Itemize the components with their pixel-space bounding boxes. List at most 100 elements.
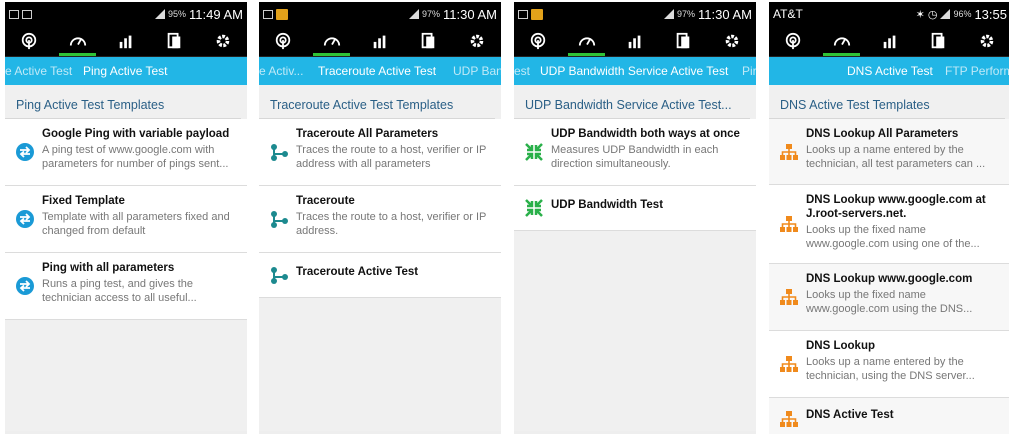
toolbar-tablet-button[interactable] xyxy=(914,26,962,56)
list-item[interactable]: Traceroute All Parameters Traces the rou… xyxy=(259,119,501,186)
toolbar-radar-button[interactable] xyxy=(514,26,562,56)
tab-bar: e Activ... Traceroute Active Test UDP Ba… xyxy=(259,57,501,85)
template-list: Ping Active Test Templates Google Ping w… xyxy=(5,85,247,431)
ping-exchange-icon xyxy=(16,143,34,161)
list-item[interactable]: Traceroute Traces the route to a host, v… xyxy=(259,186,501,253)
template-list: UDP Bandwidth Service Active Test... UDP… xyxy=(514,85,756,431)
list-item[interactable]: DNS Active Test xyxy=(769,398,1009,434)
tab-next[interactable]: UDP Ban xyxy=(453,64,501,78)
battery-percent: 96% xyxy=(953,9,972,19)
toolbar-chart-button[interactable] xyxy=(356,26,404,56)
toolbar-settings-button[interactable] xyxy=(453,26,501,56)
status-bar: AT&T ✶ ◷ 96% 13:55 xyxy=(769,2,1009,26)
alarm-icon: ◷ xyxy=(927,8,938,21)
toolbar-chart-button[interactable] xyxy=(866,26,914,56)
dns-hierarchy-icon xyxy=(780,216,798,232)
warning-notification-icon xyxy=(531,8,543,20)
image-notification-icon xyxy=(9,9,19,19)
gear-icon xyxy=(725,34,739,48)
list-item[interactable]: DNS Lookup Looks up a name entered by th… xyxy=(769,331,1009,398)
signal-icon xyxy=(155,9,166,19)
toolbar-speedometer-button[interactable] xyxy=(307,26,355,56)
dns-hierarchy-icon xyxy=(780,411,798,427)
item-description: Looks up a name entered by the technicia… xyxy=(806,356,975,382)
list-item[interactable]: UDP Bandwidth Test xyxy=(514,186,756,231)
toolbar-tablet-button[interactable] xyxy=(659,26,707,56)
tab-current[interactable]: UDP Bandwidth Service Active Test xyxy=(540,64,728,78)
item-description: Looks up the fixed name www.google.com u… xyxy=(806,289,973,315)
speedometer-icon xyxy=(833,37,850,46)
speedometer-icon xyxy=(323,37,340,46)
battery-percent: 97% xyxy=(422,9,441,19)
tab-next[interactable]: Pir xyxy=(742,64,756,78)
toolbar-settings-button[interactable] xyxy=(963,26,1009,56)
toolbar-radar-button[interactable] xyxy=(769,26,817,56)
item-title: DNS Lookup www.google.com at J.root-serv… xyxy=(806,194,986,220)
toolbar xyxy=(769,26,1009,57)
status-time: 11:49 AM xyxy=(189,6,243,22)
item-title: Traceroute All Parameters xyxy=(296,128,439,140)
list-item[interactable]: DNS Lookup www.google.com Looks up the f… xyxy=(769,264,1009,331)
toolbar-chart-button[interactable] xyxy=(102,26,150,56)
toolbar xyxy=(5,26,247,57)
tablet-icon xyxy=(422,32,435,49)
toolbar xyxy=(259,26,501,57)
gallery-notification-icon xyxy=(22,9,32,19)
bidirectional-arrows-icon xyxy=(525,143,543,161)
tab-previous[interactable]: e Active Test xyxy=(5,64,72,78)
toolbar-tablet-button[interactable] xyxy=(404,26,452,56)
tab-bar: est UDP Bandwidth Service Active Test Pi… xyxy=(514,57,756,85)
section-title: DNS Active Test Templates xyxy=(769,85,1005,119)
list-item[interactable]: Google Ping with variable payload A ping… xyxy=(5,119,247,186)
tab-next[interactable]: FTP Perform xyxy=(945,64,1009,78)
toolbar-radar-button[interactable] xyxy=(5,26,53,56)
bar-chart-icon xyxy=(373,35,386,49)
status-time: 11:30 AM xyxy=(698,6,752,22)
item-description: A ping test of www.google.com with param… xyxy=(42,144,229,170)
item-title: DNS Lookup www.google.com xyxy=(806,273,973,285)
list-item[interactable]: DNS Lookup All Parameters Looks up a nam… xyxy=(769,119,1009,185)
image-notification-icon xyxy=(518,9,528,19)
list-item[interactable]: UDP Bandwidth both ways at once Measures… xyxy=(514,119,756,186)
tab-current[interactable]: Traceroute Active Test xyxy=(318,64,436,78)
toolbar-chart-button[interactable] xyxy=(611,26,659,56)
route-nodes-icon xyxy=(271,144,288,161)
radar-icon xyxy=(22,32,37,50)
toolbar-speedometer-button[interactable] xyxy=(562,26,610,56)
item-title: Traceroute xyxy=(296,195,355,207)
list-item[interactable]: Traceroute Active Test xyxy=(259,253,501,298)
toolbar-speedometer-button[interactable] xyxy=(53,26,101,56)
tab-current[interactable]: Ping Active Test xyxy=(83,64,168,78)
template-list: Traceroute Active Test Templates Tracero… xyxy=(259,85,501,431)
tab-previous[interactable]: e Activ... xyxy=(259,64,303,78)
toolbar xyxy=(514,26,756,57)
toolbar-radar-button[interactable] xyxy=(259,26,307,56)
carrier-name: AT&T xyxy=(773,7,803,21)
toolbar-speedometer-button[interactable] xyxy=(817,26,865,56)
item-description: Template with all parameters fixed and c… xyxy=(42,211,230,237)
signal-icon xyxy=(664,9,675,19)
tab-previous[interactable]: est xyxy=(514,64,530,78)
dns-hierarchy-icon xyxy=(780,356,798,372)
ping-exchange-icon xyxy=(16,210,34,228)
toolbar-settings-button[interactable] xyxy=(708,26,756,56)
item-title: Google Ping with variable payload xyxy=(42,128,230,140)
item-title: UDP Bandwidth both ways at once xyxy=(551,128,740,140)
item-title: Fixed Template xyxy=(42,195,125,207)
tab-current[interactable]: DNS Active Test xyxy=(847,64,933,78)
list-item[interactable]: DNS Lookup www.google.com at J.root-serv… xyxy=(769,185,1009,264)
toolbar-settings-button[interactable] xyxy=(199,26,247,56)
status-time: 11:30 AM xyxy=(443,6,497,22)
phone-screen-ping: 95% 11:49 AM e Active Test Ping Active T… xyxy=(5,2,247,434)
tablet-icon xyxy=(932,32,945,49)
speedometer-icon xyxy=(578,37,595,46)
section-title: Traceroute Active Test Templates xyxy=(259,85,495,119)
phone-screen-udp: 97% 11:30 AM est UDP Bandwidth Service A… xyxy=(514,2,756,434)
list-item[interactable]: Fixed Template Template with all paramet… xyxy=(5,186,247,253)
item-title: Traceroute Active Test xyxy=(296,266,419,278)
tab-bar: e Active Test Ping Active Test xyxy=(5,57,247,85)
list-item[interactable]: Ping with all parameters Runs a ping tes… xyxy=(5,253,247,320)
phone-screen-dns: AT&T ✶ ◷ 96% 13:55 DNS Active Test FTP P… xyxy=(769,2,1009,434)
toolbar-tablet-button[interactable] xyxy=(150,26,198,56)
item-description: Looks up a name entered by the technicia… xyxy=(806,144,986,170)
